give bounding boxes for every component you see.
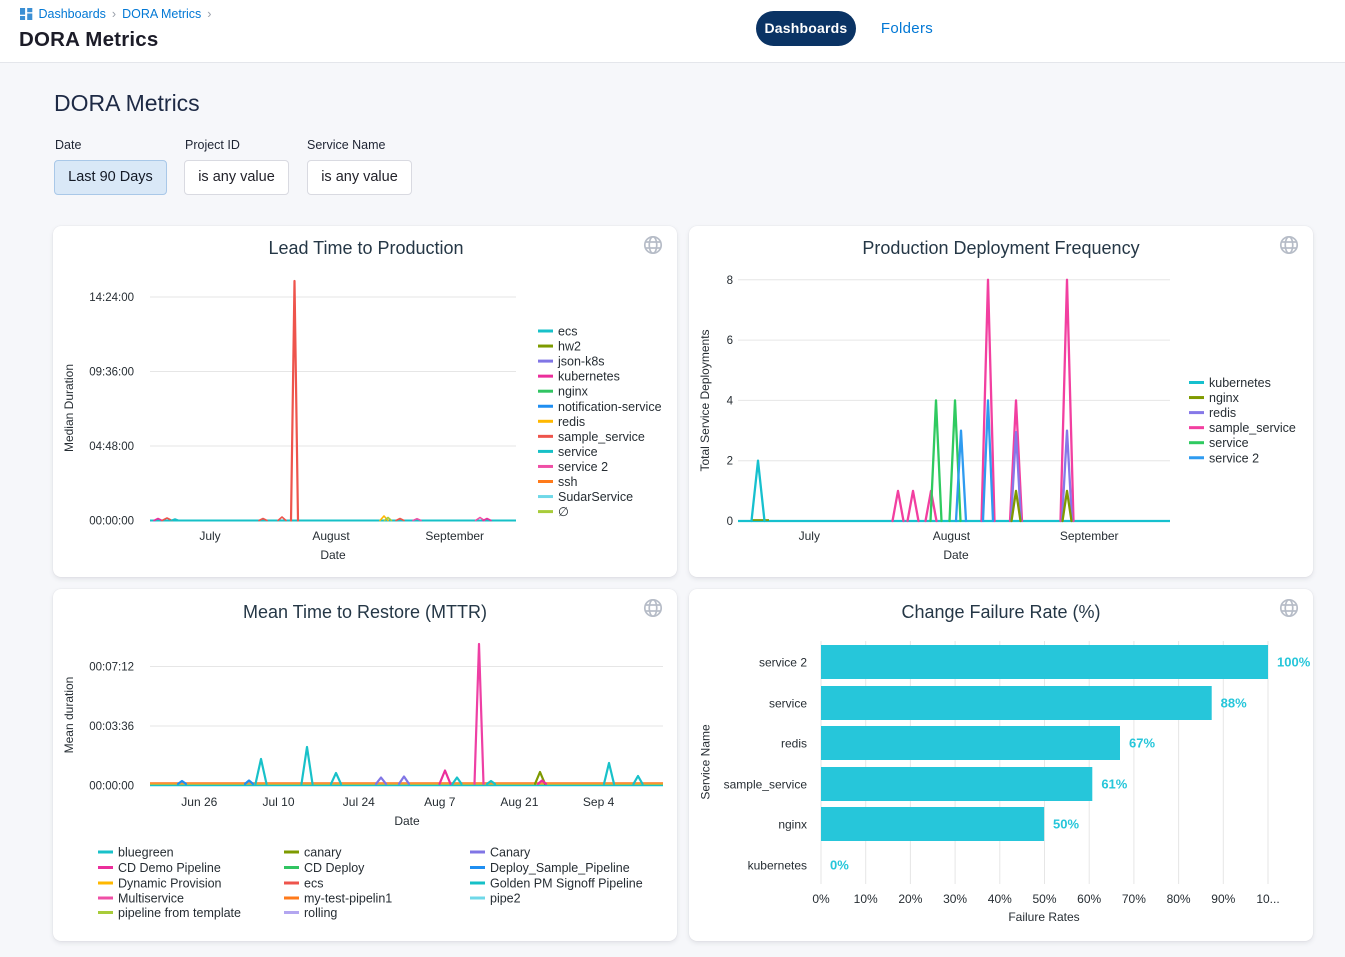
svg-text:Aug 7: Aug 7 [424,795,456,809]
svg-text:50%: 50% [1032,892,1056,906]
svg-text:ssh: ssh [558,475,578,489]
svg-text:Deploy_Sample_Pipeline: Deploy_Sample_Pipeline [490,861,630,875]
svg-text:nginx: nginx [778,818,807,832]
svg-text:0%: 0% [812,892,830,906]
svg-text:10...: 10... [1256,892,1279,906]
svg-text:service: service [558,445,598,459]
svg-text:pipeline from template: pipeline from template [118,906,241,920]
svg-text:service 2: service 2 [759,656,807,670]
svg-text:redis: redis [558,415,585,429]
svg-text:sample_service: sample_service [558,430,645,444]
svg-text:Jul 10: Jul 10 [262,795,294,809]
svg-text:service 2: service 2 [558,460,608,474]
svg-text:Multiservice: Multiservice [118,892,184,906]
svg-text:Jul 24: Jul 24 [343,795,375,809]
svg-text:rolling: rolling [304,906,337,920]
svg-text:Golden PM Signoff Pipeline: Golden PM Signoff Pipeline [490,877,643,891]
svg-text:Jun 26: Jun 26 [181,795,217,809]
svg-text:09:36:00: 09:36:00 [89,367,134,379]
svg-text:Service Name: Service Name [699,724,713,800]
svg-text:July: July [199,529,220,543]
svg-text:Date: Date [320,548,346,562]
svg-text:00:00:00: 00:00:00 [89,516,134,528]
svg-text:Lead Time to Production: Lead Time to Production [268,238,463,258]
svg-text:nginx: nginx [558,385,589,399]
svg-text:6: 6 [727,335,733,347]
svg-text:July: July [799,529,820,543]
svg-text:14:24:00: 14:24:00 [89,292,134,304]
svg-text:Mean Time to Restore (MTTR): Mean Time to Restore (MTTR) [243,602,487,622]
svg-text:August: August [933,529,971,543]
svg-text:40%: 40% [988,892,1012,906]
svg-text:CD Demo Pipeline: CD Demo Pipeline [118,861,221,875]
svg-text:90%: 90% [1211,892,1235,906]
svg-text:sample_service: sample_service [1209,421,1296,435]
svg-text:0: 0 [727,516,733,528]
svg-text:service: service [1209,436,1249,450]
svg-text:kubernetes: kubernetes [1209,376,1271,390]
svg-text:Aug 21: Aug 21 [500,795,538,809]
svg-text:30%: 30% [943,892,967,906]
svg-text:88%: 88% [1221,696,1247,711]
svg-text:sample_service: sample_service [724,778,808,792]
svg-text:kubernetes: kubernetes [558,370,620,384]
svg-text:bluegreen: bluegreen [118,846,174,860]
svg-text:∅: ∅ [558,505,569,519]
svg-text:json-k8s: json-k8s [557,355,605,369]
svg-text:redis: redis [781,737,807,751]
svg-text:Median Duration: Median Duration [62,364,76,452]
svg-text:00:03:36: 00:03:36 [89,721,134,733]
svg-text:70%: 70% [1122,892,1146,906]
svg-text:ecs: ecs [558,325,577,339]
svg-text:50%: 50% [1053,817,1079,832]
svg-text:August: August [312,529,350,543]
svg-text:00:07:12: 00:07:12 [89,662,134,674]
svg-text:Change Failure Rate (%): Change Failure Rate (%) [901,602,1100,622]
svg-text:CD Deploy: CD Deploy [304,861,365,875]
svg-text:04:48:00: 04:48:00 [89,441,134,453]
svg-text:September: September [1060,529,1119,543]
svg-text:ecs: ecs [304,877,323,891]
svg-text:Failure Rates: Failure Rates [1008,910,1079,924]
svg-text:kubernetes: kubernetes [748,859,807,873]
svg-text:nginx: nginx [1209,391,1240,405]
svg-text:2: 2 [727,456,733,468]
svg-text:service 2: service 2 [1209,451,1259,465]
svg-text:8: 8 [727,275,733,287]
svg-text:67%: 67% [1129,736,1155,751]
svg-text:Date: Date [394,814,420,828]
svg-text:20%: 20% [898,892,922,906]
svg-text:61%: 61% [1101,777,1127,792]
svg-text:my-test-pipelin1: my-test-pipelin1 [304,892,392,906]
svg-text:Date: Date [943,548,969,562]
svg-text:00:00:00: 00:00:00 [89,780,134,792]
svg-text:canary: canary [304,846,342,860]
svg-text:Dynamic Provision: Dynamic Provision [118,877,222,891]
svg-text:60%: 60% [1077,892,1101,906]
svg-text:0%: 0% [830,858,849,873]
svg-text:notification-service: notification-service [558,400,662,414]
svg-text:redis: redis [1209,406,1236,420]
svg-text:Canary: Canary [490,846,531,860]
svg-text:10%: 10% [854,892,878,906]
svg-text:SudarService: SudarService [558,490,633,504]
svg-text:pipe2: pipe2 [490,892,521,906]
svg-text:4: 4 [727,395,734,407]
svg-text:Sep 4: Sep 4 [583,795,615,809]
svg-text:80%: 80% [1167,892,1191,906]
svg-text:Production Deployment Frequenc: Production Deployment Frequency [862,238,1139,258]
svg-text:100%: 100% [1277,655,1311,670]
svg-text:September: September [425,529,484,543]
svg-text:Total Service Deployments: Total Service Deployments [698,329,712,471]
svg-text:Mean duration: Mean duration [62,677,76,754]
svg-text:hw2: hw2 [558,340,581,354]
svg-text:service: service [769,697,807,711]
